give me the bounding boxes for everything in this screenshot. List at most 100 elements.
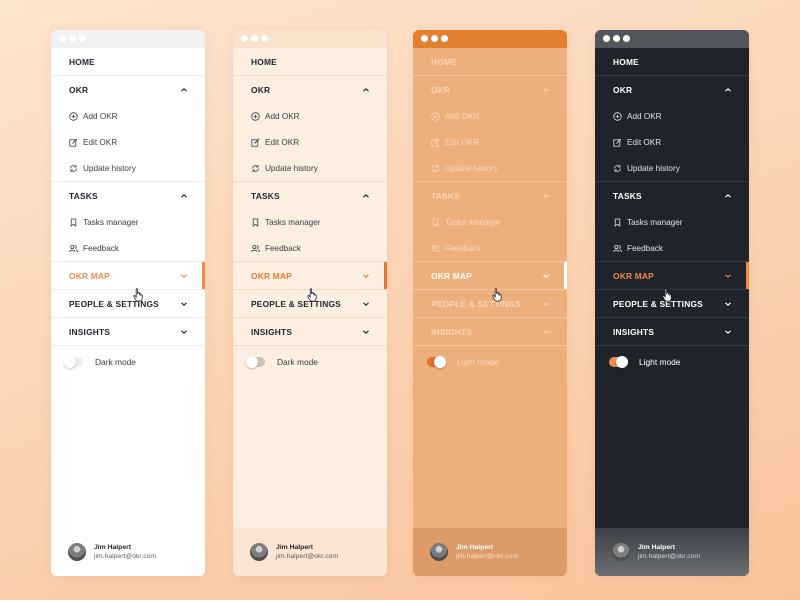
- active-indicator: [746, 262, 749, 289]
- avatar[interactable]: [612, 543, 630, 561]
- nav-insights[interactable]: INSIGHTS: [413, 318, 567, 345]
- nav-feedback[interactable]: Feedback: [233, 235, 387, 261]
- theme-toggle-label: Dark mode: [277, 357, 318, 367]
- window-dot[interactable]: [603, 35, 610, 42]
- nav-tasks-manager[interactable]: Tasks manager: [595, 209, 749, 235]
- nav-add-okr[interactable]: Add OKR: [233, 103, 387, 129]
- nav-update-history[interactable]: Update history: [233, 155, 387, 181]
- chevron-up-icon[interactable]: [542, 86, 550, 94]
- chevron-up-icon[interactable]: [724, 192, 732, 200]
- window-titlebar: [233, 30, 387, 48]
- hand-cursor-icon: [133, 288, 144, 302]
- user-profile[interactable]: Jim Halpert jim.halpert@okr.com: [595, 528, 749, 576]
- nav-insights-label: INSIGHTS: [251, 326, 293, 337]
- chevron-down-icon[interactable]: [724, 328, 732, 336]
- nav-edit-okr[interactable]: Edit OKR: [233, 129, 387, 155]
- chevron-down-icon[interactable]: [362, 272, 370, 280]
- nav-okr-map[interactable]: OKR MAP: [51, 262, 205, 289]
- nav-tasks-manager[interactable]: Tasks manager: [413, 209, 567, 235]
- theme-toggle[interactable]: [64, 356, 83, 368]
- theme-toggle[interactable]: [609, 356, 628, 368]
- chevron-down-icon[interactable]: [542, 272, 550, 280]
- hand-cursor-icon: [662, 288, 673, 302]
- chevron-up-icon[interactable]: [180, 192, 188, 200]
- chevron-down-icon[interactable]: [542, 300, 550, 308]
- nav-home[interactable]: HOME: [595, 48, 749, 75]
- window-dot[interactable]: [261, 35, 268, 42]
- nav-feedback[interactable]: Feedback: [595, 235, 749, 261]
- user-profile[interactable]: Jim Halpert jim.halpert@okr.com: [233, 528, 387, 576]
- window-dot[interactable]: [623, 35, 630, 42]
- nav-insights[interactable]: INSIGHTS: [595, 318, 749, 345]
- nav-home[interactable]: HOME: [233, 48, 387, 75]
- avatar[interactable]: [68, 543, 86, 561]
- window-dot[interactable]: [613, 35, 620, 42]
- nav-update-history[interactable]: Update history: [595, 155, 749, 181]
- nav-okr-map-label: OKR MAP: [69, 270, 110, 281]
- chevron-up-icon[interactable]: [362, 86, 370, 94]
- window-dot[interactable]: [251, 35, 258, 42]
- avatar[interactable]: [430, 543, 448, 561]
- nav-home[interactable]: HOME: [413, 48, 567, 75]
- nav-okr-map[interactable]: OKR MAP: [595, 262, 749, 289]
- window-dot[interactable]: [441, 35, 448, 42]
- nav-tasks-manager[interactable]: Tasks manager: [233, 209, 387, 235]
- chevron-down-icon[interactable]: [180, 272, 188, 280]
- nav-feedback[interactable]: Feedback: [51, 235, 205, 261]
- nav-okr-label: OKR: [431, 84, 451, 95]
- window-dot[interactable]: [241, 35, 248, 42]
- nav-add-okr[interactable]: Add OKR: [595, 103, 749, 129]
- chevron-down-icon[interactable]: [362, 328, 370, 336]
- nav-okr[interactable]: OKR: [413, 76, 567, 103]
- user-profile[interactable]: Jim Halpert jim.halpert@okr.com: [51, 528, 205, 576]
- bookmark-icon: [251, 218, 260, 227]
- nav-okr-map[interactable]: OKR MAP: [233, 262, 387, 289]
- nav-update-history-label: Update history: [83, 163, 136, 173]
- nav-okr[interactable]: OKR: [51, 76, 205, 103]
- nav-people-settings[interactable]: PEOPLE & SETTINGS: [413, 290, 567, 317]
- nav-edit-okr[interactable]: Edit OKR: [51, 129, 205, 155]
- nav-update-history[interactable]: Update history: [413, 155, 567, 181]
- nav-tasks[interactable]: TASKS: [51, 182, 205, 209]
- chevron-up-icon[interactable]: [180, 86, 188, 94]
- nav-edit-okr[interactable]: Edit OKR: [595, 129, 749, 155]
- chevron-down-icon[interactable]: [542, 328, 550, 336]
- chevron-down-icon[interactable]: [362, 300, 370, 308]
- chevron-down-icon[interactable]: [724, 300, 732, 308]
- chevron-up-icon[interactable]: [362, 192, 370, 200]
- window-dot[interactable]: [69, 35, 76, 42]
- nav-insights[interactable]: INSIGHTS: [51, 318, 205, 345]
- chevron-down-icon[interactable]: [180, 328, 188, 336]
- theme-toggle[interactable]: [246, 356, 265, 368]
- nav-edit-okr[interactable]: Edit OKR: [413, 129, 567, 155]
- theme-toggle[interactable]: [427, 356, 446, 368]
- user-profile[interactable]: Jim Halpert jim.halpert@okr.com: [413, 528, 567, 576]
- nav-okr-map-label: OKR MAP: [431, 270, 472, 281]
- nav-add-okr[interactable]: Add OKR: [413, 103, 567, 129]
- chevron-down-icon[interactable]: [724, 272, 732, 280]
- nav-home[interactable]: HOME: [51, 48, 205, 75]
- nav-insights[interactable]: INSIGHTS: [233, 318, 387, 345]
- avatar[interactable]: [250, 543, 268, 561]
- nav-okr-map[interactable]: OKR MAP: [413, 262, 567, 289]
- nav-update-history[interactable]: Update history: [51, 155, 205, 181]
- nav-people-settings[interactable]: PEOPLE & SETTINGS: [51, 290, 205, 317]
- nav-add-okr[interactable]: Add OKR: [51, 103, 205, 129]
- chevron-down-icon[interactable]: [180, 300, 188, 308]
- nav-okr-map-label: OKR MAP: [613, 270, 654, 281]
- nav-tasks-manager[interactable]: Tasks manager: [51, 209, 205, 235]
- window-dot[interactable]: [59, 35, 66, 42]
- sidebar-nav: HOME OKR Add OKR Edit OKR Update history…: [51, 48, 205, 378]
- nav-okr[interactable]: OKR: [233, 76, 387, 103]
- window-dot[interactable]: [79, 35, 86, 42]
- nav-tasks[interactable]: TASKS: [233, 182, 387, 209]
- chevron-up-icon[interactable]: [542, 192, 550, 200]
- nav-tasks[interactable]: TASKS: [413, 182, 567, 209]
- edit-icon: [613, 138, 622, 147]
- nav-feedback[interactable]: Feedback: [413, 235, 567, 261]
- nav-okr[interactable]: OKR: [595, 76, 749, 103]
- chevron-up-icon[interactable]: [724, 86, 732, 94]
- window-dot[interactable]: [421, 35, 428, 42]
- window-dot[interactable]: [431, 35, 438, 42]
- nav-tasks[interactable]: TASKS: [595, 182, 749, 209]
